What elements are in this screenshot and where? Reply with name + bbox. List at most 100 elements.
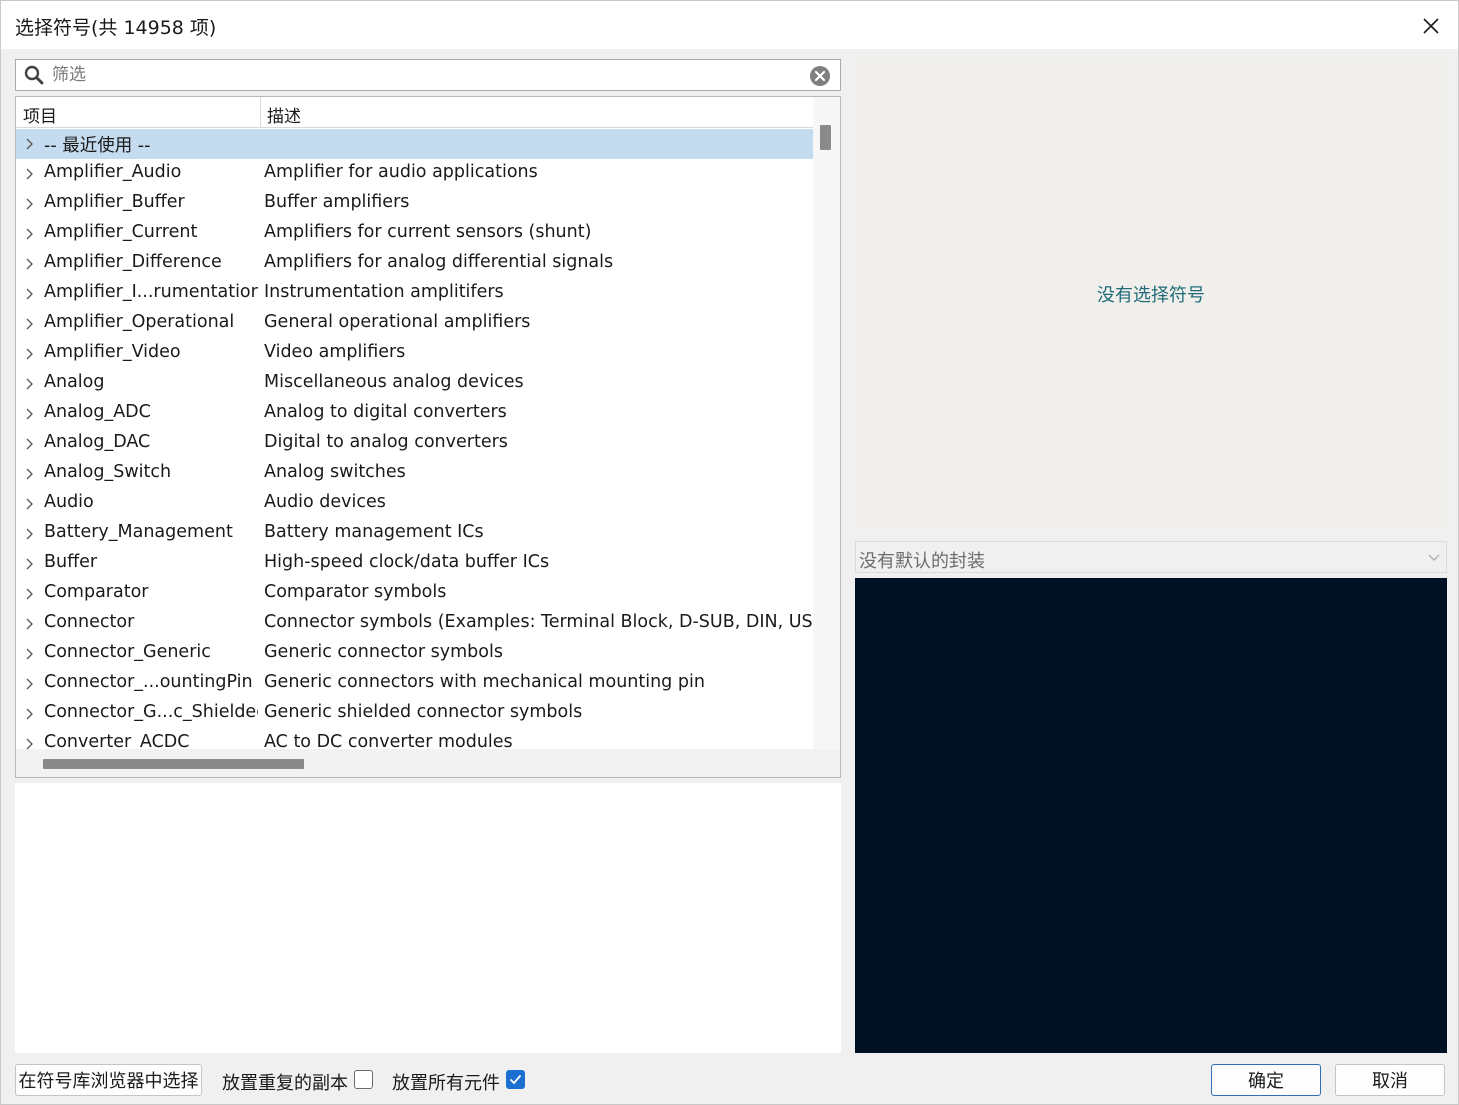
footprint-select[interactable]: 没有默认的封装 [855, 541, 1447, 573]
tree-row[interactable]: Converter_ACDC AC to DC converter modules [16, 729, 813, 749]
column-header-description[interactable]: 描述 [267, 102, 301, 127]
tree-row-description: Generic connector symbols [264, 642, 503, 662]
tree-row-description: General operational amplifiers [264, 312, 531, 332]
symbol-chooser-dialog: 选择符号(共 14958 项) 项目 描述 -- 最近使用 -- Amplifie… [0, 0, 1459, 1105]
tree-row-name: Connector_G...c_Shielded [44, 702, 258, 722]
horizontal-scroll-thumb[interactable] [43, 759, 304, 769]
chevron-right-icon[interactable] [24, 528, 34, 540]
place-all-units-checkbox[interactable] [506, 1070, 525, 1089]
tree-row[interactable]: Comparator Comparator symbols [16, 579, 813, 609]
place-repeated-checkbox[interactable] [354, 1070, 373, 1089]
column-header-item[interactable]: 项目 [23, 102, 57, 127]
tree-row[interactable]: Battery_Management Battery management ICs [16, 519, 813, 549]
tree-row[interactable]: Amplifier_Current Amplifiers for current … [16, 219, 813, 249]
chevron-right-icon[interactable] [24, 648, 34, 660]
tree-row[interactable]: Amplifier_Video Video amplifiers [16, 339, 813, 369]
select-in-library-browser-button[interactable]: 在符号库浏览器中选择 [15, 1064, 202, 1096]
filter-input[interactable] [52, 63, 802, 87]
tree-row[interactable]: Analog_DAC Digital to analog converters [16, 429, 813, 459]
close-button[interactable] [1414, 9, 1448, 43]
place-all-units-label: 放置所有元件 [392, 1073, 500, 1094]
chevron-right-icon[interactable] [24, 438, 34, 450]
tree-row[interactable]: Amplifier_I...rumentation Instrumentation… [16, 279, 813, 309]
tree-row[interactable]: Connector_Generic Generic connector symbo… [16, 639, 813, 669]
tree-row-name: Analog_DAC [44, 432, 151, 452]
footprint-preview [855, 578, 1447, 1053]
tree-row-description: Miscellaneous analog devices [264, 372, 524, 392]
chevron-right-icon[interactable] [24, 258, 34, 270]
tree-row-name: Connector_...ountingPin [44, 672, 253, 692]
chevron-right-icon[interactable] [24, 558, 34, 570]
tree-row-description: Audio devices [264, 492, 386, 512]
tree-row-description: Comparator symbols [264, 582, 447, 602]
tree-row-description: Analog to digital converters [264, 402, 507, 422]
tree-row-name: Analog_Switch [44, 462, 172, 482]
column-divider[interactable] [260, 97, 261, 128]
ok-button[interactable]: 确定 [1211, 1064, 1321, 1096]
tree-row-description: Analog switches [264, 462, 406, 482]
title-bar: 选择符号(共 14958 项) [1, 1, 1458, 49]
tree-row[interactable]: Amplifier_Difference Amplifiers for analo… [16, 249, 813, 279]
footprint-select-value: 没有默认的封装 [859, 551, 985, 572]
tree-row-name: Amplifier_Operational [44, 312, 235, 332]
clear-icon[interactable] [809, 65, 831, 87]
chevron-right-icon[interactable] [24, 738, 34, 749]
chevron-right-icon[interactable] [24, 498, 34, 510]
tree-row-name: Audio [44, 492, 94, 512]
tree-row[interactable]: Amplifier_Operational General operational… [16, 309, 813, 339]
tree-row[interactable]: Connector Connector symbols (Examples: Te… [16, 609, 813, 639]
chevron-right-icon[interactable] [24, 138, 34, 150]
chevron-right-icon[interactable] [24, 678, 34, 690]
chevron-right-icon[interactable] [24, 708, 34, 720]
symbol-details-panel [15, 783, 841, 1053]
chevron-right-icon[interactable] [24, 618, 34, 630]
tree-row-description: AC to DC converter modules [264, 732, 513, 749]
chevron-right-icon[interactable] [24, 198, 34, 210]
tree-row[interactable]: Amplifier_Buffer Buffer amplifiers [16, 189, 813, 219]
tree-row-name: -- 最近使用 -- [44, 136, 151, 156]
tree-row-description: Amplifiers for analog differential signa… [264, 252, 614, 272]
chevron-right-icon[interactable] [24, 168, 34, 180]
tree-row-name: Analog_ADC [44, 402, 151, 422]
tree-row-name: Connector_Generic [44, 642, 211, 662]
tree-row-name: Amplifier_Difference [44, 252, 222, 272]
tree-row-name: Connector [44, 612, 135, 632]
filter-box [15, 59, 841, 91]
tree-row[interactable]: Analog_Switch Analog switches [16, 459, 813, 489]
symbol-library-tree[interactable]: 项目 描述 -- 最近使用 -- Amplifier_Audio Amplifier… [15, 96, 841, 778]
horizontal-scrollbar[interactable] [16, 749, 813, 777]
tree-row[interactable]: Analog Miscellaneous analog devices [16, 369, 813, 399]
tree-row[interactable]: -- 最近使用 -- [16, 129, 813, 159]
chevron-right-icon[interactable] [24, 318, 34, 330]
tree-row-description: Digital to analog converters [264, 432, 508, 452]
place-repeated-label: 放置重复的副本 [222, 1073, 348, 1094]
chevron-right-icon[interactable] [24, 288, 34, 300]
chevron-right-icon[interactable] [24, 228, 34, 240]
tree-row-name: Amplifier_I...rumentation [44, 282, 258, 302]
chevron-down-icon [1428, 554, 1440, 561]
no-symbol-message: 没有选择符号 [1097, 285, 1205, 306]
tree-row-description: Video amplifiers [264, 342, 406, 362]
tree-row-description: Generic shielded connector symbols [264, 702, 583, 722]
vertical-scroll-thumb[interactable] [820, 125, 831, 150]
tree-row[interactable]: Audio Audio devices [16, 489, 813, 519]
tree-row[interactable]: Buffer High-speed clock/data buffer ICs [16, 549, 813, 579]
vertical-scrollbar[interactable] [813, 97, 840, 749]
tree-row-description: Buffer amplifiers [264, 192, 410, 212]
checkmark-icon [509, 1074, 522, 1085]
tree-row[interactable]: Connector_...ountingPin Generic connector… [16, 669, 813, 699]
tree-row[interactable]: Analog_ADC Analog to digital converters [16, 399, 813, 429]
tree-row[interactable]: Amplifier_Audio Amplifier for audio appli… [16, 159, 813, 189]
tree-row-name: Amplifier_Current [44, 222, 198, 242]
chevron-right-icon[interactable] [24, 348, 34, 360]
cancel-button[interactable]: 取消 [1335, 1064, 1445, 1096]
window-title: 选择符号(共 14958 项) [15, 17, 217, 39]
chevron-right-icon[interactable] [24, 378, 34, 390]
tree-row-name: Analog [44, 372, 105, 392]
chevron-right-icon[interactable] [24, 588, 34, 600]
tree-row[interactable]: Connector_G...c_Shielded Generic shielded… [16, 699, 813, 729]
close-icon [1423, 18, 1439, 34]
tree-row-name: Converter_ACDC [44, 732, 190, 749]
chevron-right-icon[interactable] [24, 468, 34, 480]
chevron-right-icon[interactable] [24, 408, 34, 420]
